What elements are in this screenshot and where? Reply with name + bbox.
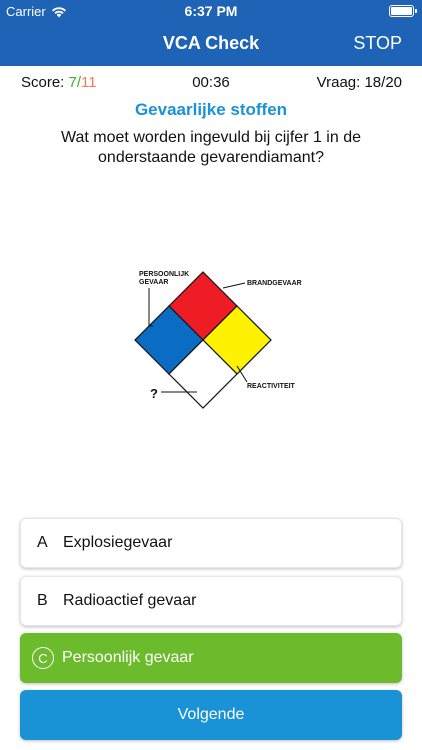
next-button[interactable]: Volgende xyxy=(20,690,402,740)
stop-button[interactable]: STOP xyxy=(353,33,402,54)
label-question-mark: ? xyxy=(150,386,158,401)
leader-line-brandgevaar xyxy=(222,282,246,289)
answer-letter: A xyxy=(37,534,48,551)
label-persoonlijk-gevaar-line1: PERSOONLIJK xyxy=(139,271,189,278)
answer-option-a[interactable]: A Explosiegevaar xyxy=(20,518,402,568)
answer-text: Explosiegevaar xyxy=(63,534,173,551)
label-brandgevaar: BRANDGEVAAR xyxy=(247,280,302,287)
answer-option-b[interactable]: B Radioactief gevaar xyxy=(20,576,402,626)
hazard-diamond-diagram: PERSOONLIJK GEVAAR BRANDGEVAAR REACTIVIT… xyxy=(125,262,315,422)
hazard-diamond-svg: PERSOONLIJK GEVAAR BRANDGEVAAR REACTIVIT… xyxy=(134,271,302,409)
answer-text: Radioactief gevaar xyxy=(63,592,197,609)
question-counter: Vraag: 18/20 xyxy=(316,74,402,91)
status-time: 6:37 PM xyxy=(184,3,238,19)
leader-line-persoonlijk xyxy=(148,288,153,327)
answer-text: Persoonlijk gevaar xyxy=(62,649,194,666)
label-persoonlijk-gevaar-line2: GEVAAR xyxy=(139,279,168,286)
question-category: Gevaarlijke stoffen xyxy=(134,100,288,119)
top-bar: Carrier 6:37 PM VCA Check STOP xyxy=(0,0,422,66)
quiz-info-bar: Score: 7/11 00:36 Vraag: 18/20 xyxy=(0,66,422,96)
battery-icon xyxy=(389,5,417,17)
correct-answer-marker-icon: C xyxy=(32,647,54,669)
answer-letter: B xyxy=(37,592,48,609)
label-reactiviteit: REACTIVITEIT xyxy=(247,383,296,390)
question-text: Wat moet worden ingevuld bij cijfer 1 in… xyxy=(61,129,361,166)
answer-option-c[interactable]: C Persoonlijk gevaar xyxy=(20,633,402,683)
status-bar: Carrier 6:37 PM xyxy=(0,0,422,22)
